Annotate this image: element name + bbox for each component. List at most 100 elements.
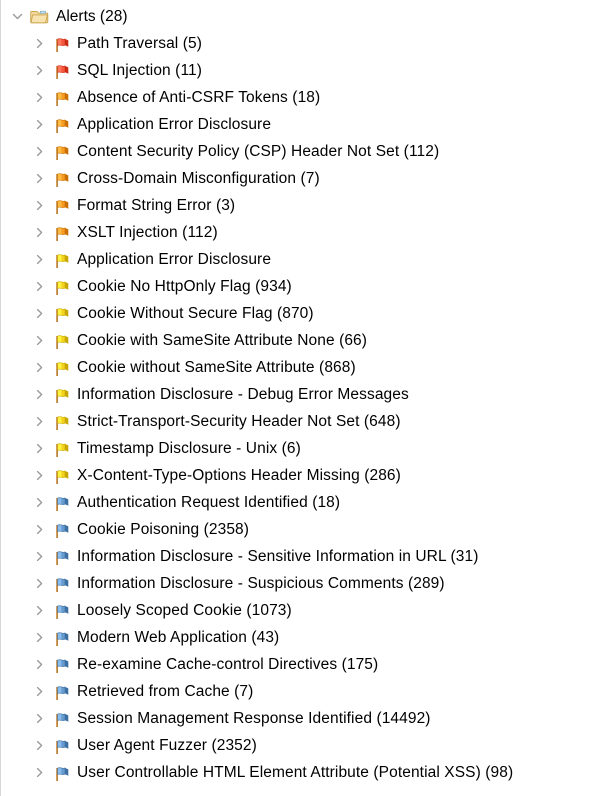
- chevron-right-icon[interactable]: [31, 467, 48, 484]
- flag-icon-blue: [53, 711, 71, 729]
- tree-row-alert[interactable]: Absence of Anti-CSRF Tokens (18): [1, 84, 598, 111]
- chevron-right-icon[interactable]: [31, 359, 48, 376]
- tree-row-alert[interactable]: Application Error Disclosure: [1, 246, 598, 273]
- chevron-right-icon[interactable]: [31, 386, 48, 403]
- root-label: Alerts (28): [56, 8, 128, 25]
- tree-row-alert[interactable]: Loosely Scoped Cookie (1073): [1, 597, 598, 624]
- folder-icon: [30, 7, 50, 27]
- chevron-right-icon[interactable]: [31, 737, 48, 754]
- flag-icon-blue: [53, 495, 71, 513]
- tree-row-alert[interactable]: User Controllable HTML Element Attribute…: [1, 759, 598, 786]
- tree-row-alert[interactable]: Application Error Disclosure: [1, 111, 598, 138]
- alert-label: Application Error Disclosure: [77, 251, 272, 268]
- alert-label: User Agent Fuzzer (2352): [77, 737, 257, 754]
- flag-icon-yellow: [53, 252, 71, 270]
- chevron-right-icon[interactable]: [31, 602, 48, 619]
- flag-icon-red: [53, 63, 71, 81]
- flag-icon-blue: [53, 522, 71, 540]
- chevron-right-icon[interactable]: [31, 440, 48, 457]
- tree-row-alert[interactable]: Session Management Response Identified (…: [1, 705, 598, 732]
- flag-icon-orange: [53, 171, 71, 189]
- flag-icon-orange: [53, 198, 71, 216]
- chevron-right-icon[interactable]: [31, 575, 48, 592]
- tree-row-alert[interactable]: Content Security Policy (CSP) Header Not…: [1, 138, 598, 165]
- tree-row-alert[interactable]: Modern Web Application (43): [1, 624, 598, 651]
- alert-label: Cookie without SameSite Attribute (868): [77, 359, 356, 376]
- alert-label: Format String Error (3): [77, 197, 236, 214]
- tree-row-alert[interactable]: Format String Error (3): [1, 192, 598, 219]
- tree-row-alert[interactable]: XSLT Injection (112): [1, 219, 598, 246]
- chevron-right-icon[interactable]: [31, 116, 48, 133]
- chevron-right-icon[interactable]: [31, 629, 48, 646]
- chevron-right-icon[interactable]: [31, 35, 48, 52]
- chevron-right-icon[interactable]: [31, 197, 48, 214]
- alert-label: Session Management Response Identified (…: [77, 710, 431, 727]
- flag-icon-yellow: [53, 441, 71, 459]
- alerts-tree-panel: Alerts (28) Path Traversal (5) SQL Inject…: [0, 0, 598, 796]
- flag-icon-orange: [53, 117, 71, 135]
- flag-icon-blue: [53, 630, 71, 648]
- tree-row-alert[interactable]: Cookie No HttpOnly Flag (934): [1, 273, 598, 300]
- chevron-right-icon[interactable]: [31, 521, 48, 538]
- chevron-right-icon[interactable]: [31, 413, 48, 430]
- chevron-right-icon[interactable]: [31, 278, 48, 295]
- chevron-right-icon[interactable]: [31, 548, 48, 565]
- chevron-right-icon[interactable]: [31, 62, 48, 79]
- chevron-right-icon[interactable]: [31, 494, 48, 511]
- tree-row-alert[interactable]: Re-examine Cache-control Directives (175…: [1, 651, 598, 678]
- tree-row-alert[interactable]: Path Traversal (5): [1, 30, 598, 57]
- flag-icon-blue: [53, 549, 71, 567]
- tree-row-alert[interactable]: Authentication Request Identified (18): [1, 489, 598, 516]
- alert-label: Absence of Anti-CSRF Tokens (18): [77, 89, 321, 106]
- alert-label: Cookie with SameSite Attribute None (66): [77, 332, 368, 349]
- tree-row-alert[interactable]: Cookie with SameSite Attribute None (66): [1, 327, 598, 354]
- chevron-right-icon[interactable]: [31, 683, 48, 700]
- chevron-down-icon[interactable]: [9, 8, 26, 25]
- alert-label: Authentication Request Identified (18): [77, 494, 341, 511]
- flag-icon-yellow: [53, 333, 71, 351]
- flag-icon-yellow: [53, 279, 71, 297]
- flag-icon-yellow: [53, 387, 71, 405]
- chevron-right-icon[interactable]: [31, 764, 48, 781]
- alert-label: Path Traversal (5): [77, 35, 202, 52]
- tree-row-alert[interactable]: Cookie Without Secure Flag (870): [1, 300, 598, 327]
- alert-label: Loosely Scoped Cookie (1073): [77, 602, 292, 619]
- tree-row-alert[interactable]: Information Disclosure - Debug Error Mes…: [1, 381, 598, 408]
- tree-row-alert[interactable]: Information Disclosure - Sensitive Infor…: [1, 543, 598, 570]
- chevron-right-icon[interactable]: [31, 656, 48, 673]
- chevron-right-icon[interactable]: [31, 170, 48, 187]
- alert-label: Cookie Without Secure Flag (870): [77, 305, 314, 322]
- flag-icon-yellow: [53, 414, 71, 432]
- tree-row-alert[interactable]: User Agent Fuzzer (2352): [1, 732, 598, 759]
- flag-icon-orange: [53, 90, 71, 108]
- flag-icon-blue: [53, 657, 71, 675]
- flag-icon-orange: [53, 225, 71, 243]
- tree-row-alert[interactable]: Cross-Domain Misconfiguration (7): [1, 165, 598, 192]
- alert-label: Cookie Poisoning (2358): [77, 521, 250, 538]
- chevron-right-icon[interactable]: [31, 251, 48, 268]
- alert-label: Information Disclosure - Debug Error Mes…: [77, 386, 409, 403]
- tree-row-alert[interactable]: Information Disclosure - Suspicious Comm…: [1, 570, 598, 597]
- alert-label: Information Disclosure - Sensitive Infor…: [77, 548, 479, 565]
- flag-icon-blue: [53, 576, 71, 594]
- chevron-right-icon[interactable]: [31, 224, 48, 241]
- chevron-right-icon[interactable]: [31, 305, 48, 322]
- chevron-right-icon[interactable]: [31, 332, 48, 349]
- tree-row-alert[interactable]: SQL Injection (11): [1, 57, 598, 84]
- tree-row-root[interactable]: Alerts (28): [1, 3, 598, 30]
- alert-label: Information Disclosure - Suspicious Comm…: [77, 575, 445, 592]
- tree-row-alert[interactable]: Strict-Transport-Security Header Not Set…: [1, 408, 598, 435]
- alert-label: Timestamp Disclosure - Unix (6): [77, 440, 301, 457]
- tree-row-alert[interactable]: Cookie Poisoning (2358): [1, 516, 598, 543]
- chevron-right-icon[interactable]: [31, 710, 48, 727]
- alerts-node-list: Path Traversal (5) SQL Injection (11) Abse…: [1, 30, 598, 786]
- chevron-right-icon[interactable]: [31, 143, 48, 160]
- tree-row-alert[interactable]: Retrieved from Cache (7): [1, 678, 598, 705]
- alert-label: Retrieved from Cache (7): [77, 683, 254, 700]
- tree-row-alert[interactable]: Cookie without SameSite Attribute (868): [1, 354, 598, 381]
- tree-row-alert[interactable]: X-Content-Type-Options Header Missing (2…: [1, 462, 598, 489]
- chevron-right-icon[interactable]: [31, 89, 48, 106]
- flag-icon-orange: [53, 144, 71, 162]
- tree-row-alert[interactable]: Timestamp Disclosure - Unix (6): [1, 435, 598, 462]
- alert-label: XSLT Injection (112): [77, 224, 218, 241]
